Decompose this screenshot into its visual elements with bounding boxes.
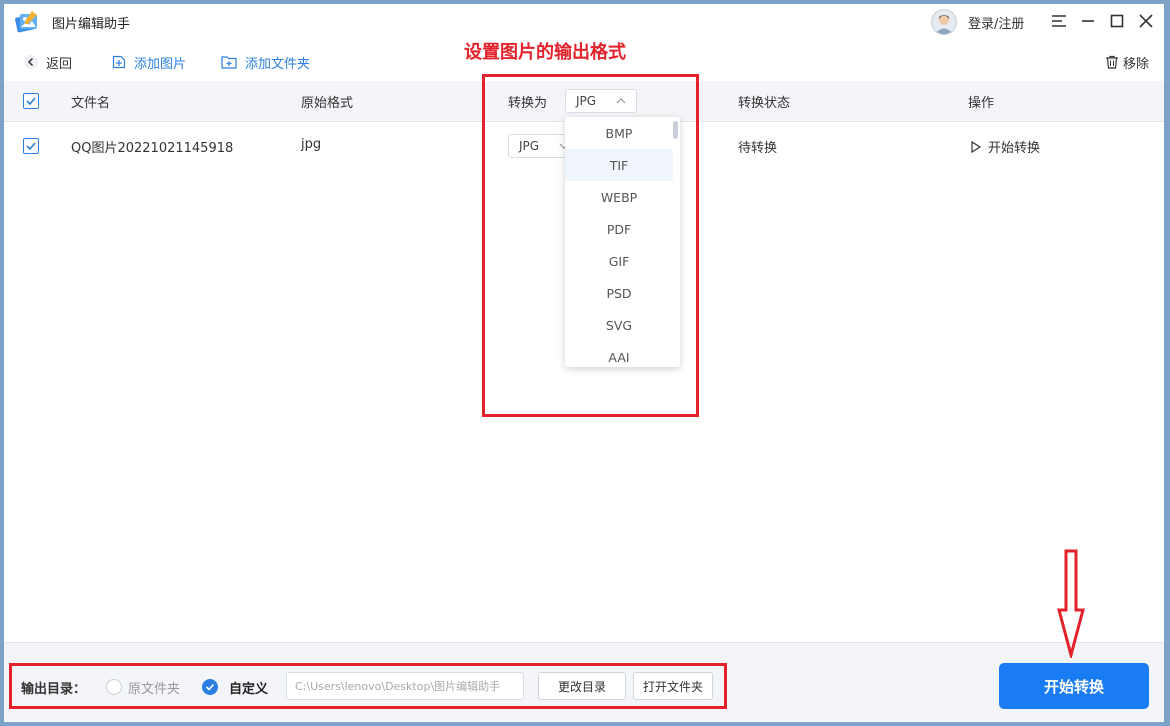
login-register-link[interactable]: 登录/注册 xyxy=(968,13,1024,32)
row-status: 待转换 xyxy=(738,141,778,156)
start-convert-button[interactable]: 开始转换 xyxy=(999,663,1149,709)
close-button[interactable] xyxy=(1135,10,1157,32)
format-dropdown: BMP TIF WEBP PDF GIF PSD SVG AAI xyxy=(565,117,680,367)
format-option-svg[interactable]: SVG xyxy=(565,309,673,341)
format-option-tif[interactable]: TIF xyxy=(565,149,673,181)
add-folder-icon xyxy=(221,56,237,69)
play-icon xyxy=(971,140,982,153)
table-header: 文件名 原始格式 转换为 JPG 转换状态 操作 xyxy=(4,81,1164,122)
app-title: 图片编辑助手 xyxy=(52,17,131,32)
row-action-label: 开始转换 xyxy=(988,141,1041,156)
header-filename: 文件名 xyxy=(71,96,111,111)
radio-custom-label: 自定义 xyxy=(229,682,269,697)
minimize-icon xyxy=(1082,20,1094,22)
add-folder-button[interactable]: 添加文件夹 xyxy=(221,53,311,72)
radio-original-folder[interactable] xyxy=(106,679,122,695)
menu-button[interactable] xyxy=(1048,10,1070,32)
add-folder-label: 添加文件夹 xyxy=(245,56,311,72)
header-original-format: 原始格式 xyxy=(301,96,354,111)
user-avatar[interactable] xyxy=(931,9,957,35)
add-image-label: 添加图片 xyxy=(134,56,187,72)
user-icon xyxy=(935,15,953,34)
remove-button[interactable]: 移除 xyxy=(1105,53,1150,72)
radio-original-folder-label: 原文件夹 xyxy=(128,682,181,697)
row-checkbox[interactable] xyxy=(23,138,39,154)
trash-icon xyxy=(1106,55,1118,69)
app-logo-icon xyxy=(15,11,37,33)
radio-custom[interactable] xyxy=(202,679,218,695)
back-button[interactable]: 返回 xyxy=(24,53,73,72)
remove-label: 移除 xyxy=(1123,56,1150,72)
format-option-psd[interactable]: PSD xyxy=(565,277,673,309)
header-action: 操作 xyxy=(968,96,995,111)
change-dir-button[interactable]: 更改目录 xyxy=(538,672,626,700)
chevron-up-icon xyxy=(616,98,626,104)
dropdown-scrollbar[interactable] xyxy=(673,121,678,139)
open-folder-button[interactable]: 打开文件夹 xyxy=(633,672,713,700)
select-all-checkbox[interactable] xyxy=(23,93,39,109)
arrow-down-icon xyxy=(1057,549,1085,658)
format-option-bmp[interactable]: BMP xyxy=(565,117,673,149)
app-window: 图片编辑助手 登录/注册 返回 添加图片 添加文件夹 移除 设置图片的输出格式 … xyxy=(4,4,1164,722)
row-start-convert-button[interactable]: 开始转换 xyxy=(970,137,1040,156)
add-file-icon xyxy=(112,55,126,69)
format-option-gif[interactable]: GIF xyxy=(565,245,673,277)
minimize-button[interactable] xyxy=(1077,10,1099,32)
format-option-aai[interactable]: AAI xyxy=(565,341,673,367)
chevron-left-icon xyxy=(24,55,38,69)
add-image-button[interactable]: 添加图片 xyxy=(112,53,187,72)
header-convert-to: 转换为 xyxy=(508,96,548,111)
back-label: 返回 xyxy=(46,56,73,72)
check-icon xyxy=(26,142,36,151)
maximize-icon xyxy=(1110,14,1124,28)
format-option-webp[interactable]: WEBP xyxy=(565,181,673,213)
close-icon xyxy=(1139,14,1153,28)
batch-format-value: JPG xyxy=(576,94,597,108)
check-icon xyxy=(26,97,36,106)
maximize-button[interactable] xyxy=(1106,10,1128,32)
batch-format-select[interactable]: JPG xyxy=(565,89,637,113)
row-filename: QQ图片20221021145918 xyxy=(71,141,234,156)
header-status: 转换状态 xyxy=(738,96,791,111)
title-bar: 图片编辑助手 登录/注册 xyxy=(4,4,1164,42)
row-format-value: JPG xyxy=(519,139,540,153)
format-option-pdf[interactable]: PDF xyxy=(565,213,673,245)
output-dir-label: 输出目录： xyxy=(21,682,87,697)
output-path-input[interactable]: C:\Users\lenovo\Desktop\图片编辑助手 xyxy=(286,672,524,700)
annotation-title: 设置图片的输出格式 xyxy=(464,42,626,63)
check-icon xyxy=(205,683,215,691)
menu-icon xyxy=(1052,15,1066,27)
row-original-format: jpg xyxy=(301,137,322,152)
